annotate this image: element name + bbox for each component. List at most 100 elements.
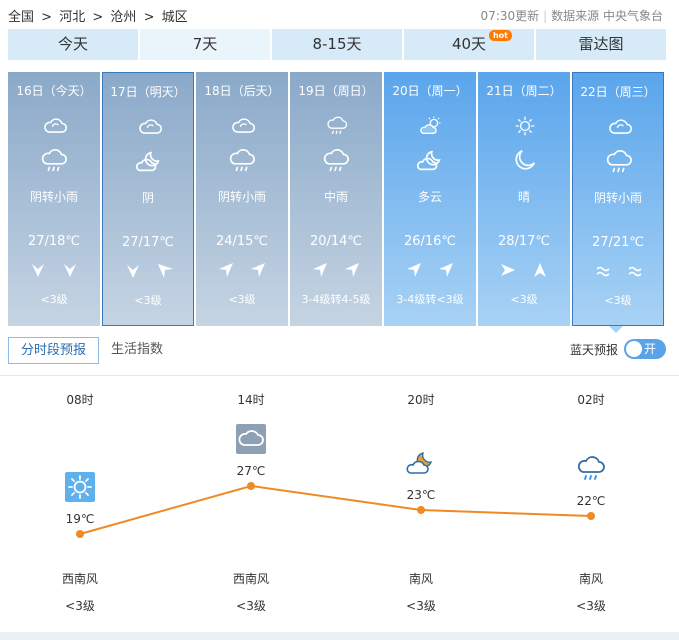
- temperature-point: [587, 512, 595, 520]
- day-weather-desc: 阴转小雨: [29, 190, 78, 204]
- day-temperature: 27/18℃: [27, 234, 81, 249]
- seven-day-forecast: 16日（今天） 阴转小雨 27/18℃ <3级 17日（明天）阴 27/17℃ <3级 18日…: [8, 72, 666, 326]
- tab-radar[interactable]: 雷达图: [536, 29, 666, 60]
- day-card[interactable]: 19日（周日） 中雨 20/14℃ 3-4级转4-5级: [290, 72, 382, 326]
- breadcrumb-separator: >: [143, 10, 155, 25]
- cloud-moon-icon: [135, 148, 163, 176]
- arrow-up-right-icon: [250, 262, 266, 278]
- day-date: 22日（周三）: [580, 85, 656, 99]
- blue-sky-toggle[interactable]: 开: [624, 339, 666, 359]
- breadcrumb-link-country[interactable]: 全国: [8, 10, 34, 25]
- rain-cloud-icon: [324, 115, 350, 137]
- tab-today[interactable]: 今天: [8, 29, 138, 60]
- day-card[interactable]: 21日（周二） 晴 28/17℃ <3级: [478, 72, 570, 326]
- rain-cloud-icon: [228, 147, 256, 175]
- sun-icon: [512, 115, 538, 137]
- day-temperature: 20/14℃: [309, 234, 363, 249]
- cloudy-icon: [607, 116, 633, 138]
- tab-40-days[interactable]: 40天 hot: [404, 29, 534, 60]
- detail-subtabs: 分时段预报 生活指数: [8, 337, 175, 364]
- toggle-label: 开: [644, 342, 657, 356]
- day-date: 16日（今天）: [16, 84, 92, 98]
- day-wind-level: <3级: [510, 293, 538, 306]
- cloudy-icon: [137, 116, 163, 138]
- day-weather-desc: 阴转小雨: [593, 191, 642, 205]
- tab-label: 今天: [57, 35, 88, 53]
- data-source: 数据来源 中央气象台: [551, 9, 663, 23]
- breadcrumb-link-province[interactable]: 河北: [59, 10, 85, 25]
- wave-icon: [595, 263, 611, 279]
- day-date: 18日（后天）: [204, 84, 280, 98]
- day-wind-level: <3级: [228, 293, 256, 306]
- day-card[interactable]: 20日（周一） 多云 26/16℃ 3-4级转<3级: [384, 72, 476, 326]
- day-weather-desc: 多云: [417, 190, 442, 204]
- temperature-line: [79, 484, 592, 535]
- temperature-line-chart: [76, 482, 595, 538]
- arrow-down-left-icon: [157, 263, 173, 279]
- blue-sky-label: 蓝天预报: [569, 342, 618, 357]
- arrow-up-right-icon: [344, 262, 360, 278]
- day-card[interactable]: 16日（今天） 阴转小雨 27/18℃ <3级: [8, 72, 100, 326]
- tab-label: 7天: [192, 35, 218, 53]
- forecast-tabs: 今天 7天 8-15天 40天 hot 雷达图: [8, 29, 666, 60]
- blue-sky-forecast: 蓝天预报 开: [570, 339, 666, 359]
- arrow-up-right-icon: [406, 262, 422, 278]
- moon-icon: [510, 147, 538, 175]
- day-card[interactable]: 22日（周三） 阴转小雨 27/21℃ <3级: [572, 72, 664, 326]
- day-wind-level: 3-4级转<3级: [396, 293, 464, 306]
- tab-7-days[interactable]: 7天: [140, 29, 270, 60]
- update-info: 07:30更新 | 数据来源 中央气象台: [480, 9, 663, 23]
- arrow-up-icon: [532, 262, 548, 278]
- day-weather-desc: 中雨: [323, 190, 348, 204]
- cloudy-icon: [230, 115, 256, 137]
- day-date: 21日（周二）: [486, 84, 562, 98]
- day-temperature: 26/16℃: [403, 234, 457, 249]
- breadcrumb-link-city[interactable]: 沧州: [110, 10, 136, 25]
- toggle-knob: [626, 341, 642, 357]
- tab-label: 雷达图: [578, 35, 624, 53]
- tab-life-index[interactable]: 生活指数: [99, 337, 175, 364]
- day-temperature: 24/15℃: [215, 234, 269, 249]
- day-card[interactable]: 18日（后天） 阴转小雨 24/15℃ <3级: [196, 72, 288, 326]
- day-wind-level: <3级: [134, 294, 162, 307]
- hot-badge: hot: [488, 30, 512, 41]
- update-time: 07:30更新: [480, 9, 540, 23]
- temperature-point: [76, 530, 84, 538]
- arrow-down-icon: [125, 263, 141, 279]
- cloud-moon-icon: [416, 147, 444, 175]
- day-weather-desc: 晴: [517, 190, 530, 204]
- day-date: 17日（明天）: [110, 85, 186, 99]
- arrow-down-icon: [62, 262, 78, 278]
- breadcrumb: 全国 > 河北 > 沧州 > 城区: [8, 6, 191, 25]
- tab-hourly-forecast[interactable]: 分时段预报: [8, 337, 100, 364]
- day-temperature: 27/17℃: [121, 235, 175, 250]
- tab-label: 40天: [451, 35, 487, 53]
- arrow-down-icon: [30, 262, 46, 278]
- bottom-divider: [0, 632, 679, 640]
- arrow-right-icon: [500, 262, 516, 278]
- tab-8-15-days[interactable]: 8-15天: [272, 29, 402, 60]
- arrow-up-right-icon: [438, 262, 454, 278]
- day-temperature: 27/21℃: [591, 235, 645, 250]
- day-wind-level: 3-4级转4-5级: [301, 293, 371, 306]
- temperature-point: [417, 506, 425, 514]
- breadcrumb-current-district: 城区: [161, 10, 188, 25]
- wave-icon: [627, 263, 643, 279]
- arrow-up-right-icon: [218, 262, 234, 278]
- day-wind-level: <3级: [604, 294, 632, 307]
- breadcrumb-separator: >: [41, 10, 53, 25]
- tab-label: 8-15天: [312, 35, 362, 53]
- rain-cloud-icon: [40, 147, 68, 175]
- day-temperature: 28/17℃: [497, 234, 551, 249]
- arrow-up-right-icon: [312, 262, 328, 278]
- selected-day-pointer: [609, 326, 623, 333]
- cloudy-icon: [42, 115, 68, 137]
- sun-cloud-icon: [418, 115, 444, 137]
- day-weather-desc: 阴转小雨: [217, 190, 266, 204]
- rain-cloud-icon: [605, 148, 633, 176]
- rain-cloud-icon: [322, 147, 350, 175]
- temperature-point: [247, 482, 255, 490]
- day-card[interactable]: 17日（明天） 阴 27/17℃ <3级: [102, 72, 194, 326]
- day-wind-level: <3级: [40, 293, 68, 306]
- day-date: 19日（周日）: [298, 84, 374, 98]
